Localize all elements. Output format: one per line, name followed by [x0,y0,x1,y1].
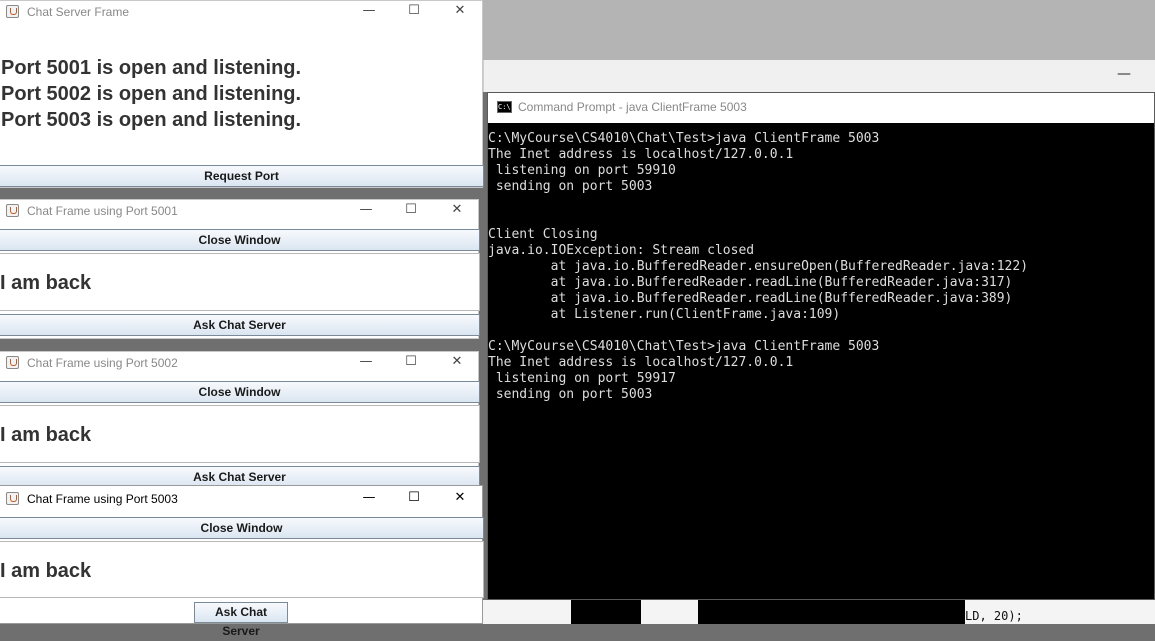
close-window-button[interactable]: Close Window [0,517,484,539]
background-window-titlebar: — [483,60,1155,92]
message-text: I am back [0,424,92,446]
java-icon [6,492,19,505]
window-title: Chat Server Frame [27,5,130,19]
minimize-icon[interactable]: — [354,490,384,505]
close-icon[interactable]: ✕ [442,202,472,217]
background-minimize-button[interactable]: — [1117,66,1131,82]
minimize-icon[interactable]: — [354,3,384,18]
message-area[interactable]: I am back [0,405,480,463]
chat-frame-5002[interactable]: Chat Frame using Port 5002 — ☐ ✕ Close W… [0,351,480,488]
ask-chat-server-button[interactable]: Ask Chat Server [194,602,288,638]
close-icon[interactable]: ✕ [442,354,472,369]
console-output[interactable]: C:\MyCourse\CS4010\Chat\Test>java Client… [488,131,1028,403]
background-editor [483,600,1155,624]
port-status-line: Port 5003 is open and listening. [1,109,302,131]
cmd-icon: C:\ [497,101,512,113]
minimize-icon[interactable]: — [351,202,381,217]
editor-block [571,600,641,624]
chat-frame-titlebar[interactable]: Chat Frame using Port 5003 — ☐ ✕ [0,486,482,512]
close-window-button[interactable]: Close Window [0,229,480,251]
chat-frame-titlebar[interactable]: Chat Frame using Port 5001 — ☐ ✕ [0,200,478,222]
maximize-icon[interactable]: ☐ [399,3,429,18]
maximize-icon[interactable]: ☐ [399,490,429,505]
background-code-fragment: LD, 20); [965,609,1023,623]
background-desktop [483,0,1155,60]
chat-frame-titlebar[interactable]: Chat Frame using Port 5002 — ☐ ✕ [0,352,478,374]
cmd-title: Command Prompt - java ClientFrame 5003 [518,100,747,114]
java-icon [6,5,19,18]
chat-server-window[interactable]: Chat Server Frame — ☐ ✕ Port 5001 is ope… [0,0,484,188]
chat-frame-5001[interactable]: Chat Frame using Port 5001 — ☐ ✕ Close W… [0,199,480,339]
ask-chat-server-button[interactable]: Ask Chat Server [0,314,480,336]
java-icon [6,204,19,217]
message-area[interactable]: I am back [0,253,480,311]
java-icon [6,356,19,369]
close-icon[interactable]: ✕ [445,3,475,18]
port-status-line: Port 5001 is open and listening. [1,57,302,79]
close-icon[interactable]: ✕ [445,490,475,505]
message-text: I am back [0,272,92,294]
chat-server-titlebar[interactable]: Chat Server Frame — ☐ ✕ [0,1,482,23]
minimize-icon[interactable]: — [351,354,381,369]
window-title: Chat Frame using Port 5001 [27,204,178,218]
message-text: I am back [0,560,92,582]
close-window-button[interactable]: Close Window [0,381,480,403]
request-port-button[interactable]: Request Port [0,165,484,187]
window-title: Chat Frame using Port 5003 [27,492,178,506]
window-title: Chat Frame using Port 5002 [27,356,178,370]
message-area[interactable]: I am back [0,541,484,598]
cmd-titlebar[interactable]: C:\ Command Prompt - java ClientFrame 50… [488,93,1154,123]
editor-block [698,600,965,624]
port-status-line: Port 5002 is open and listening. [1,83,302,105]
chat-frame-5003[interactable]: Chat Frame using Port 5003 — ☐ ✕ Close W… [0,485,484,638]
maximize-icon[interactable]: ☐ [396,354,426,369]
command-prompt-window[interactable]: C:\ Command Prompt - java ClientFrame 50… [487,92,1155,600]
maximize-icon[interactable]: ☐ [396,202,426,217]
